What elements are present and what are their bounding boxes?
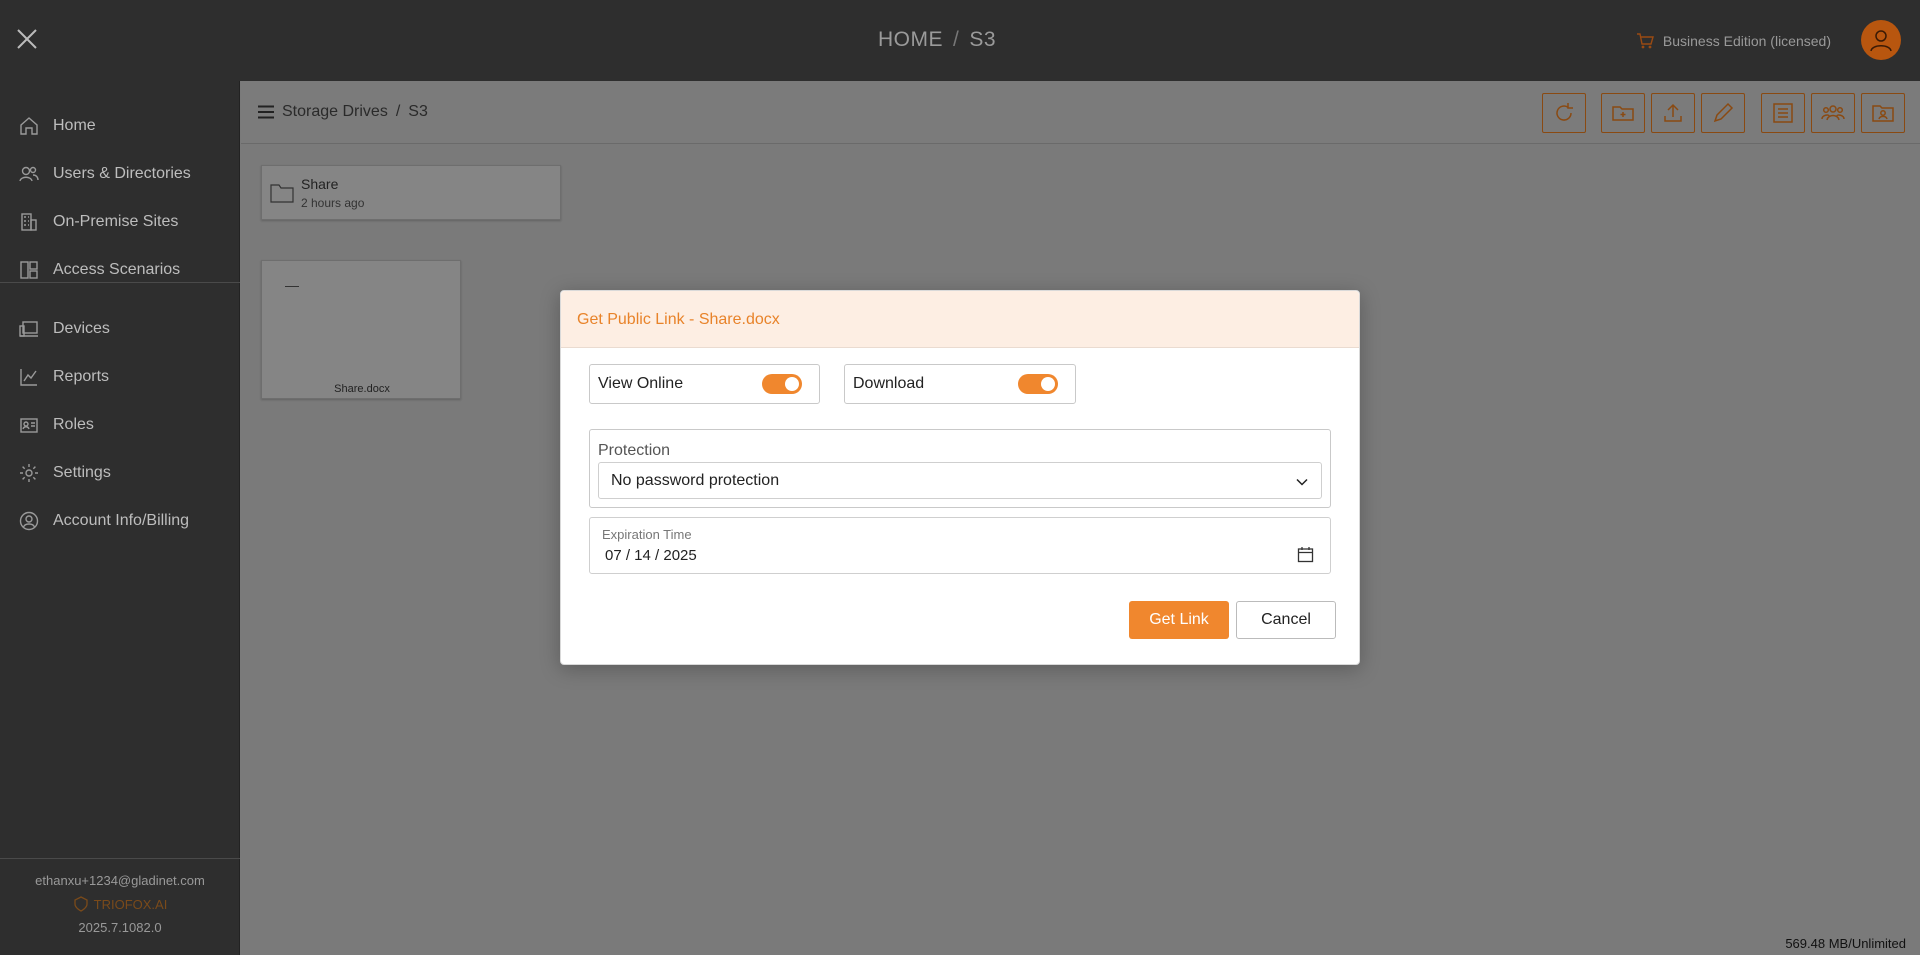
chart-icon xyxy=(20,369,37,386)
folder-item[interactable]: Share 2 hours ago xyxy=(261,165,561,220)
page-title: HOME / S3 xyxy=(0,28,1874,52)
folder-name: Share xyxy=(301,176,339,192)
user-icon xyxy=(1870,30,1892,52)
building-icon xyxy=(21,213,37,231)
protection-group: Protection No password protection xyxy=(589,429,1331,508)
protection-label: Protection xyxy=(598,442,671,459)
content-header: Storage Drives / S3 xyxy=(241,81,1920,144)
toggle-knob xyxy=(785,377,799,391)
protection-value: No password protection xyxy=(611,472,780,489)
sidebar-item-label: Home xyxy=(53,117,96,134)
breadcrumb: Storage Drives / S3 xyxy=(258,103,428,121)
gear-icon xyxy=(20,464,38,482)
sidebar-item-label: Settings xyxy=(53,464,111,481)
users-icon xyxy=(19,166,39,182)
app-version: 2025.7.1082.0 xyxy=(78,920,162,935)
download-label: Download xyxy=(853,375,925,392)
sidebar-item-settings[interactable]: Settings xyxy=(0,453,240,493)
sidebar-footer: ethanxu+1234@gladinet.com TRIOFOX.AI 202… xyxy=(0,858,240,955)
cart-icon xyxy=(1636,33,1654,49)
sidebar-item-label: Users & Directories xyxy=(53,165,191,182)
sidebar-item-label: Access Scenarios xyxy=(53,261,181,278)
new-folder-button[interactable] xyxy=(1601,93,1645,133)
view-online-label: View Online xyxy=(598,375,684,392)
breadcrumb-root[interactable]: Storage Drives xyxy=(282,103,388,121)
expiration-field[interactable]: Expiration Time 07 / 14 / 2025 xyxy=(589,517,1331,574)
folder-add-icon xyxy=(1612,106,1634,121)
top-bar: HOME / S3 Business Edition (licensed) xyxy=(0,0,1920,81)
sidebar-item-label: Account Info/Billing xyxy=(53,512,190,529)
download-toggle[interactable] xyxy=(1018,374,1058,394)
list-icon xyxy=(1773,103,1793,123)
sidebar-item-reports[interactable]: Reports xyxy=(0,357,240,397)
edit-button[interactable] xyxy=(1701,93,1745,133)
layout-icon xyxy=(20,261,38,279)
sidebar-item-access-scenarios[interactable]: Access Scenarios xyxy=(0,250,240,290)
refresh-icon xyxy=(1556,103,1573,121)
menu-icon[interactable] xyxy=(258,105,274,119)
sidebar-item-on-premise-sites[interactable]: On-Premise Sites xyxy=(0,202,240,242)
sidebar: Home Users & Directories On-Premise Site… xyxy=(0,81,240,955)
folder-time: 2 hours ago xyxy=(301,196,365,210)
sidebar-item-users[interactable]: Users & Directories xyxy=(0,154,240,194)
sidebar-item-home[interactable]: Home xyxy=(0,106,240,146)
sidebar-item-label: Devices xyxy=(53,320,110,337)
refresh-button[interactable] xyxy=(1542,93,1586,133)
sidebar-item-label: Roles xyxy=(53,416,94,433)
pencil-icon xyxy=(1713,102,1734,123)
view-online-toggle[interactable] xyxy=(762,374,802,394)
get-public-link-dialog: Get Public Link - Share.docx View Online… xyxy=(560,290,1360,665)
title-home[interactable]: HOME xyxy=(878,28,943,51)
download-option: Download xyxy=(844,364,1076,404)
divider xyxy=(0,282,240,283)
chevron-down-icon xyxy=(1296,478,1308,486)
get-link-button[interactable]: Get Link xyxy=(1129,601,1229,639)
file-item[interactable]: Share.docx xyxy=(261,260,461,399)
breadcrumb-current: S3 xyxy=(408,103,428,120)
list-view-button[interactable] xyxy=(1761,93,1805,133)
upload-icon xyxy=(1664,103,1682,122)
upload-button[interactable] xyxy=(1651,93,1695,133)
home-icon xyxy=(20,117,38,135)
expiration-label: Expiration Time xyxy=(602,527,692,542)
cancel-button[interactable]: Cancel xyxy=(1236,601,1336,639)
license-text: Business Edition (licensed) xyxy=(1662,33,1831,49)
folder-icon xyxy=(270,184,294,203)
breadcrumb-separator: / xyxy=(395,103,401,120)
sidebar-item-devices[interactable]: Devices xyxy=(0,309,240,349)
user-folder-button[interactable] xyxy=(1861,93,1905,133)
file-name: Share.docx xyxy=(334,383,390,395)
group-icon xyxy=(1821,105,1845,121)
calendar-icon[interactable] xyxy=(1297,546,1314,563)
title-current: S3 xyxy=(969,28,997,51)
view-online-option: View Online xyxy=(589,364,820,404)
sidebar-item-label: On-Premise Sites xyxy=(53,213,179,230)
user-folder-icon xyxy=(1872,105,1894,122)
shield-icon xyxy=(74,896,88,912)
storage-usage: 569.48 MB/Unlimited xyxy=(1785,936,1906,951)
share-users-button[interactable] xyxy=(1811,93,1855,133)
sidebar-item-roles[interactable]: Roles xyxy=(0,405,240,445)
brand-logo: TRIOFOX.AI xyxy=(0,896,240,912)
license-link[interactable]: Business Edition (licensed) xyxy=(1635,31,1831,51)
account-icon xyxy=(19,511,39,531)
user-email: ethanxu+1234@gladinet.com xyxy=(35,873,205,888)
sidebar-item-account-billing[interactable]: Account Info/Billing xyxy=(0,501,240,541)
brand-name: TRIOFOX.AI xyxy=(93,896,168,912)
title-separator: / xyxy=(952,28,960,51)
expiration-date-input[interactable]: 07 / 14 / 2025 xyxy=(605,547,697,564)
toggle-knob xyxy=(1041,377,1055,391)
id-card-icon xyxy=(20,418,38,433)
dialog-title: Get Public Link - Share.docx xyxy=(561,291,1359,348)
avatar[interactable] xyxy=(1861,20,1901,60)
devices-icon xyxy=(19,321,38,337)
protection-select[interactable]: No password protection xyxy=(598,462,1322,499)
sidebar-item-label: Reports xyxy=(53,368,110,385)
file-thumbnail xyxy=(285,286,299,287)
